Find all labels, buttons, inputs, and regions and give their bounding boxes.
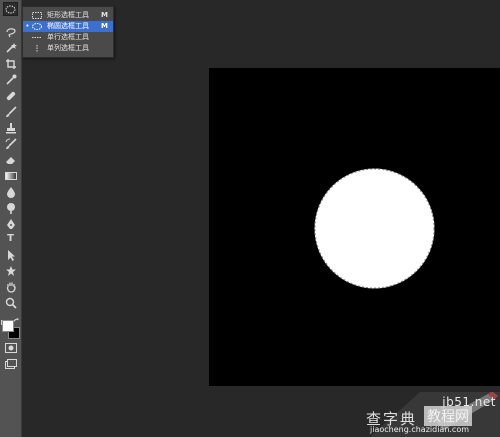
dodge-tool-button[interactable] bbox=[3, 201, 18, 215]
quick-selection-tool-button[interactable] bbox=[3, 41, 18, 55]
watermark-url: jiaocheng.chazidian.com bbox=[370, 425, 470, 434]
clone-stamp-tool-button[interactable] bbox=[3, 121, 18, 135]
eyedropper-tool-button[interactable] bbox=[3, 73, 18, 87]
type-tool-icon: T bbox=[7, 233, 14, 244]
tools-panel: T bbox=[0, 0, 22, 437]
arrow-pointer-icon bbox=[7, 250, 15, 261]
crop-icon bbox=[5, 59, 16, 69]
lasso-icon bbox=[5, 28, 16, 38]
marquee-tool-flyout: 矩形选框工具 M • 椭圆选框工具 M 单行选框工具 单列选框工具 bbox=[22, 6, 114, 58]
quick-mask-button[interactable] bbox=[3, 341, 18, 355]
brush-icon bbox=[5, 106, 17, 117]
stamp-icon bbox=[5, 123, 16, 134]
bandage-icon bbox=[6, 91, 15, 101]
eyedropper-icon bbox=[5, 74, 16, 85]
flyout-item-single-row-marquee[interactable]: 单行选框工具 bbox=[23, 32, 113, 43]
crop-tool-button[interactable] bbox=[3, 57, 18, 71]
ellipse-marquee-tool-button[interactable] bbox=[3, 2, 18, 16]
eraser-tool-button[interactable] bbox=[3, 153, 18, 167]
flyout-item-label: 单列选框工具 bbox=[47, 44, 89, 52]
ellipse-marquee-icon bbox=[5, 5, 16, 13]
flyout-item-shortcut: M bbox=[101, 11, 108, 19]
foreground-color-swatch[interactable] bbox=[2, 320, 14, 332]
history-brush-tool-button[interactable] bbox=[3, 137, 18, 151]
quick-mask-icon bbox=[4, 343, 17, 353]
gradient-icon bbox=[4, 172, 17, 180]
path-selection-tool-button[interactable] bbox=[3, 248, 18, 262]
watermark-brand-right: 教程网 bbox=[424, 406, 472, 426]
flyout-item-label: 单行选框工具 bbox=[47, 33, 89, 41]
single-column-marquee-icon bbox=[32, 45, 42, 56]
hand-tool-button[interactable] bbox=[3, 280, 18, 294]
custom-shape-icon bbox=[5, 266, 16, 276]
dodge-icon bbox=[6, 203, 15, 214]
blur-tool-button[interactable] bbox=[3, 185, 18, 199]
flyout-item-shortcut: M bbox=[101, 22, 108, 30]
lasso-tool-button[interactable] bbox=[3, 25, 18, 39]
brush-tool-button[interactable] bbox=[3, 105, 18, 119]
shape-tool-button[interactable] bbox=[3, 264, 18, 278]
healing-brush-tool-button[interactable] bbox=[3, 89, 18, 103]
eraser-icon bbox=[5, 157, 15, 164]
pen-tool-button[interactable] bbox=[3, 217, 18, 231]
flyout-item-label: 椭圆选框工具 bbox=[47, 22, 89, 30]
pen-icon bbox=[6, 219, 15, 229]
zoom-tool-button[interactable] bbox=[3, 296, 18, 310]
circle-selection[interactable] bbox=[314, 168, 435, 289]
magnifier-icon bbox=[5, 297, 17, 309]
selected-bullet-icon: • bbox=[25, 22, 30, 30]
screen-mode-icon bbox=[4, 359, 17, 369]
blur-drop-icon bbox=[6, 187, 15, 198]
flyout-item-rectangular-marquee[interactable]: 矩形选框工具 M bbox=[23, 10, 113, 21]
screen-mode-button[interactable] bbox=[3, 357, 18, 371]
history-brush-icon bbox=[5, 138, 17, 149]
flyout-item-elliptical-marquee[interactable]: • 椭圆选框工具 M bbox=[23, 21, 113, 32]
watermark: jb51.net 查字典 教程网 jiaocheng.chazidian.com bbox=[360, 392, 500, 437]
magic-wand-icon bbox=[5, 43, 17, 53]
gradient-tool-button[interactable] bbox=[3, 169, 18, 183]
type-tool-button[interactable]: T bbox=[3, 232, 18, 246]
flyout-item-single-column-marquee[interactable]: 单列选框工具 bbox=[23, 43, 113, 54]
hand-icon bbox=[6, 282, 16, 293]
flyout-item-label: 矩形选框工具 bbox=[47, 11, 89, 19]
